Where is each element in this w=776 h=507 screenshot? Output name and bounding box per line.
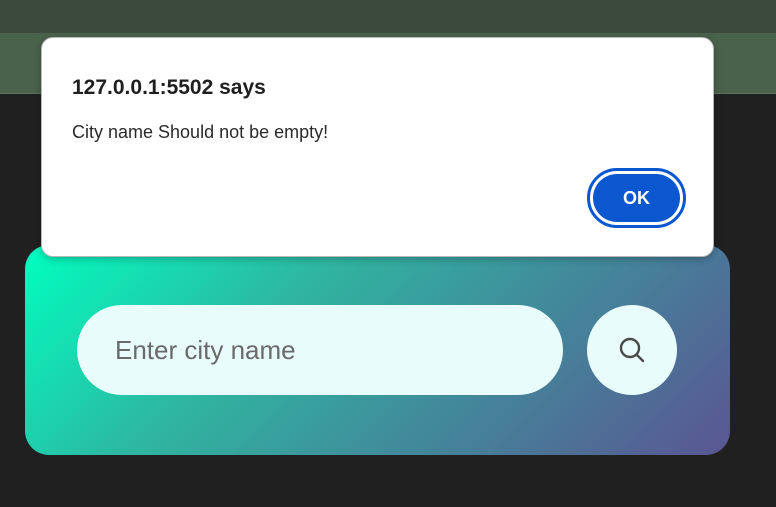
ok-button[interactable]: OK [587, 168, 686, 228]
browser-top-strip [0, 0, 776, 33]
city-search-input[interactable] [77, 305, 563, 395]
dialog-title: 127.0.0.1:5502 says [72, 76, 266, 99]
ok-button-label: OK [593, 174, 680, 222]
search-icon [619, 337, 645, 363]
dialog-message: City name Should not be empty! [72, 122, 329, 142]
alert-dialog: 127.0.0.1:5502 says City name Should not… [41, 37, 714, 257]
search-button[interactable] [587, 305, 677, 395]
